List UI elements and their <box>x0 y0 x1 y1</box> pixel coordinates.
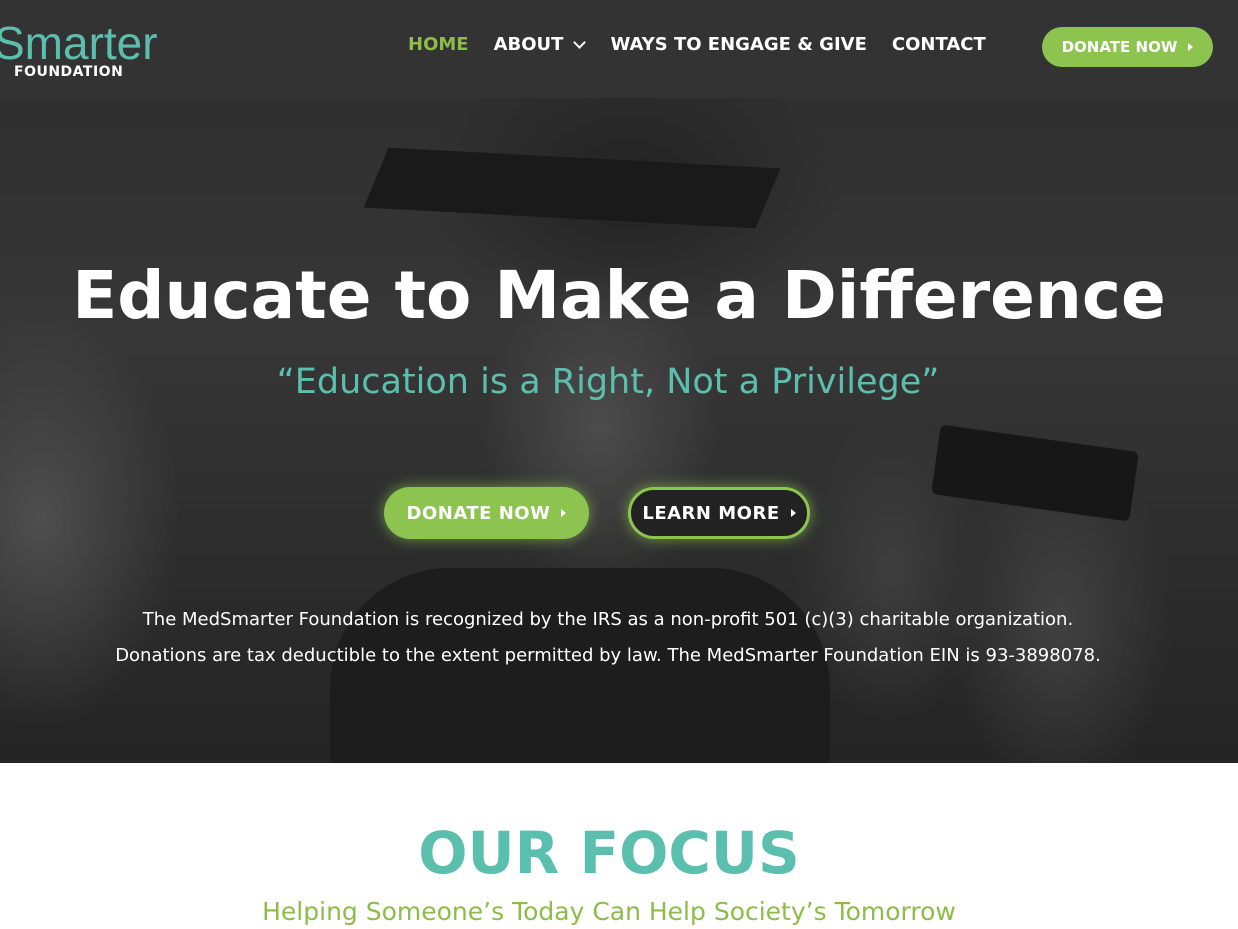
site-header: Smarter FOUNDATION HOME ABOUT WAYS TO EN… <box>0 0 1238 98</box>
focus-title: OUR FOCUS <box>418 819 800 887</box>
nav-home-label: HOME <box>408 34 469 55</box>
caret-right-icon <box>790 509 796 517</box>
hero-tax-text: Donations are tax deductible to the exte… <box>115 645 1101 666</box>
hero-donate-label: DONATE NOW <box>406 502 551 524</box>
nav-about-label: ABOUT <box>493 34 564 55</box>
hero-nonprofit-text: The MedSmarter Foundation is recognized … <box>142 609 1074 630</box>
hero-title: Educate to Make a Difference <box>72 257 1166 334</box>
nav-contact-label: CONTACT <box>891 34 986 55</box>
nav-ways-label: WAYS TO ENGAGE & GIVE <box>610 34 867 55</box>
header-donate-button[interactable]: DONATE NOW <box>1042 27 1213 67</box>
nav-item-contact[interactable]: CONTACT <box>892 34 986 55</box>
logo-subtitle: FOUNDATION <box>14 64 124 80</box>
hero-subtitle: “Education is a Right, Not a Privilege” <box>276 362 940 402</box>
logo-wordmark: Smarter <box>0 17 158 69</box>
chevron-down-icon <box>573 35 587 49</box>
hero-learn-more-button[interactable]: LEARN MORE <box>628 487 810 539</box>
caret-right-icon <box>1188 43 1194 51</box>
header-donate-label: DONATE NOW <box>1061 38 1178 56</box>
hero-learn-more-label: LEARN MORE <box>642 502 780 524</box>
nav-item-home[interactable]: HOME <box>408 34 469 55</box>
site-logo[interactable]: Smarter FOUNDATION <box>0 17 158 80</box>
nav-item-ways-to-engage[interactable]: WAYS TO ENGAGE & GIVE <box>610 34 866 55</box>
nav-item-about[interactable]: ABOUT <box>493 34 587 55</box>
main-nav: HOME ABOUT WAYS TO ENGAGE & GIVE CONTACT <box>408 34 986 55</box>
hero-donate-button[interactable]: DONATE NOW <box>384 487 589 539</box>
caret-right-icon <box>561 509 567 517</box>
hero-section: Educate to Make a Difference “Education … <box>0 98 1238 763</box>
